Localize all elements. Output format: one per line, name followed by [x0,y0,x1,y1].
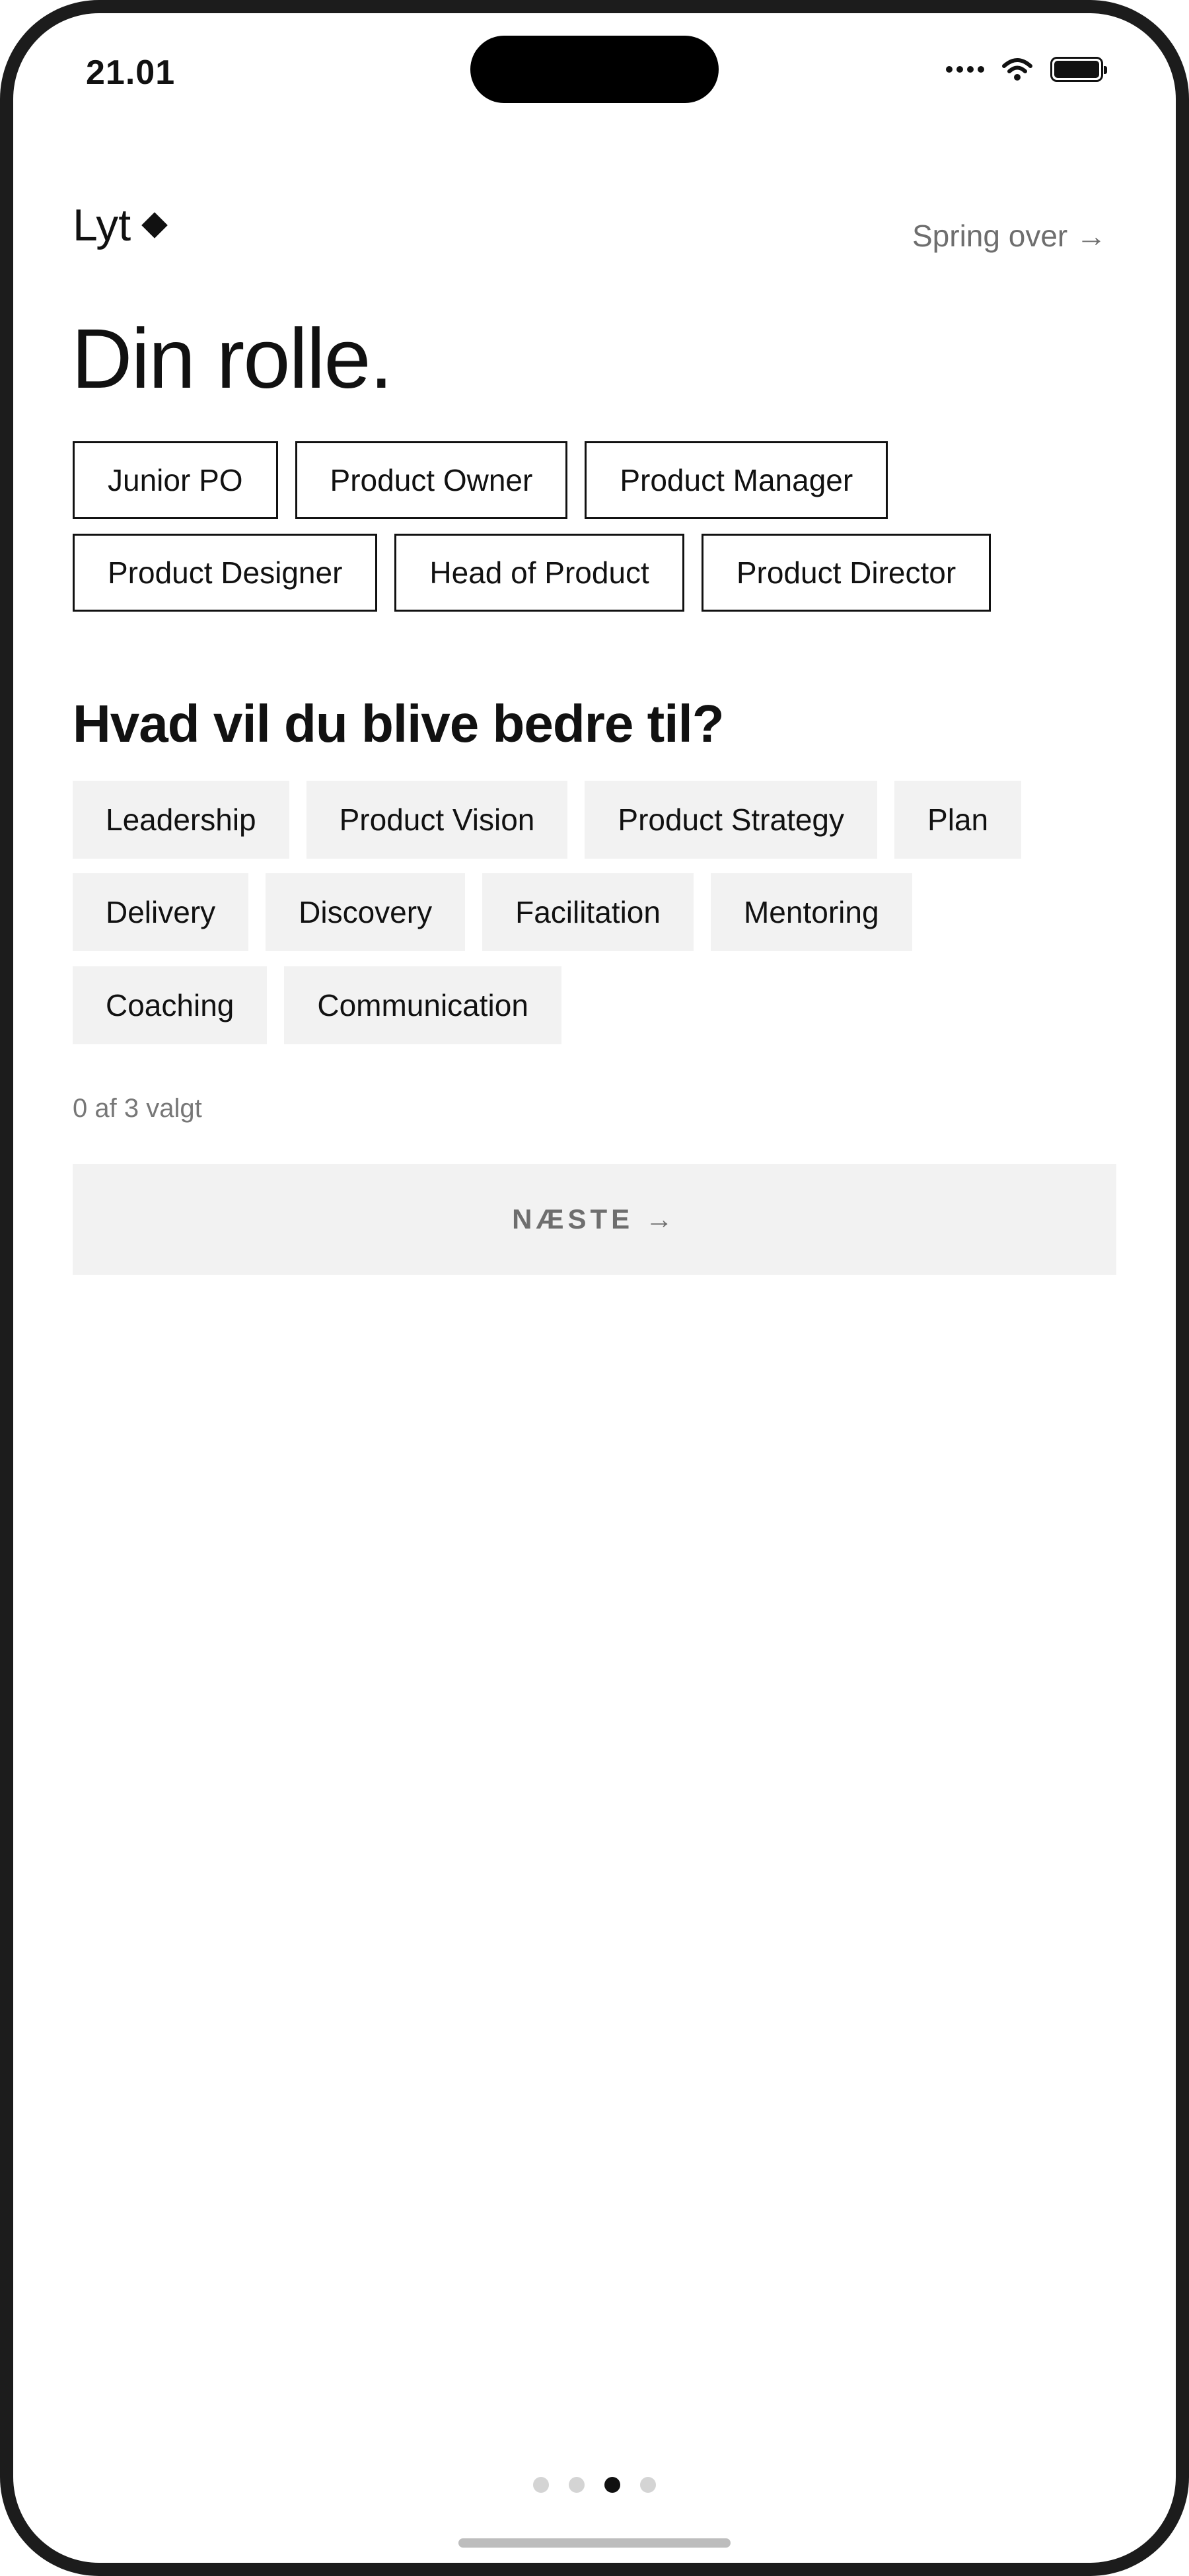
brand-name: Lyt [73,200,131,250]
battery-icon [1050,57,1107,82]
role-chip-product-director[interactable]: Product Director [701,534,991,612]
skill-chip-product-vision[interactable]: Product Vision [306,781,568,859]
page-dot-3-active[interactable] [604,2477,620,2493]
skill-row-3: Coaching Communication [73,966,561,1044]
skill-chip-facilitation[interactable]: Facilitation [482,873,694,951]
skills-title: Hvad vil du blive bedre til? [73,694,725,753]
diamond-icon [141,212,168,238]
skip-button[interactable]: Spring over → [912,218,1106,254]
skill-row-2: Delivery Discovery Facilitation Mentorin… [73,873,912,951]
role-row-2: Product Designer Head of Product Product… [73,534,991,612]
role-chip-head-of-product[interactable]: Head of Product [394,534,684,612]
skill-chip-leadership[interactable]: Leadership [73,781,289,859]
status-icons [946,57,1107,82]
wifi-icon [1002,58,1032,81]
skill-row-1: Leadership Product Vision Product Strate… [73,781,1022,859]
role-chip-product-manager[interactable]: Product Manager [585,441,888,519]
page-dot-4[interactable] [640,2477,656,2493]
pagination-dots [13,2477,1176,2493]
brand-logo: Lyt [73,199,168,251]
page-title: Din rolle. [71,312,393,406]
skill-chip-communication[interactable]: Communication [284,966,561,1044]
role-chip-product-owner[interactable]: Product Owner [295,441,568,519]
skill-chip-product-strategy[interactable]: Product Strategy [585,781,878,859]
skill-chip-mentoring[interactable]: Mentoring [710,873,912,951]
role-chip-product-designer[interactable]: Product Designer [73,534,378,612]
dynamic-island [470,36,719,103]
page-dot-2[interactable] [569,2477,585,2493]
home-indicator[interactable] [458,2538,731,2548]
skill-chip-delivery[interactable]: Delivery [73,873,249,951]
page-dot-1[interactable] [533,2477,549,2493]
next-button[interactable]: NÆSTE → [73,1164,1116,1275]
skill-chip-plan[interactable]: Plan [894,781,1022,859]
status-time: 21.01 [86,54,176,92]
signal-icon [946,66,984,73]
skill-chip-coaching[interactable]: Coaching [73,966,268,1044]
screen: 21.01 Lyt Spring over → Din rolle. Junio… [13,13,1176,2563]
role-chip-junior-po[interactable]: Junior PO [73,441,278,519]
skill-chip-discovery[interactable]: Discovery [266,873,466,951]
selection-counter: 0 af 3 valgt [73,1094,202,1123]
role-row-1: Junior PO Product Owner Product Manager [73,441,888,519]
phone-frame: 21.01 Lyt Spring over → Din rolle. Junio… [0,0,1189,2576]
